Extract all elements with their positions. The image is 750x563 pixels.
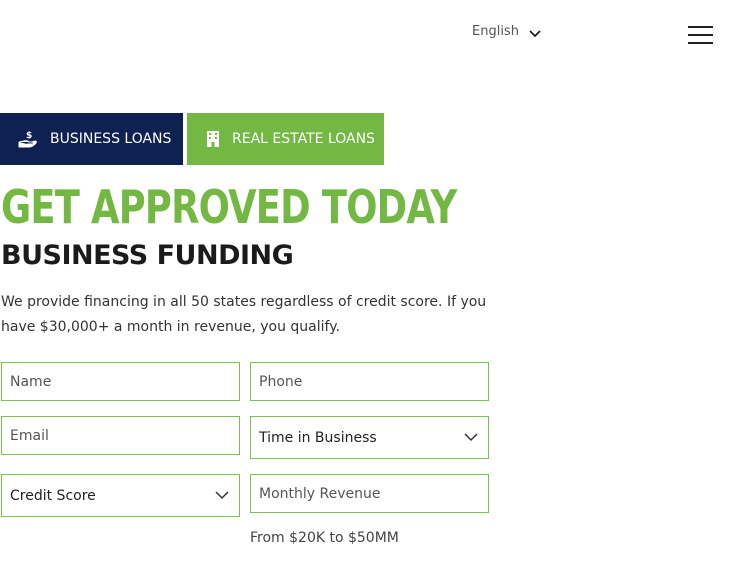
intro-description: We provide financing in all 50 states re… xyxy=(1,294,487,335)
revenue-hint: From $20K to $50MM xyxy=(250,530,399,546)
loan-type-tabs: $ BUSINESS LOANS REAL ESTATE LOANS xyxy=(0,113,384,165)
chevron-down-icon xyxy=(464,433,478,442)
building-icon xyxy=(206,130,220,148)
tab-real-estate-loans[interactable]: REAL ESTATE LOANS xyxy=(187,113,384,165)
hand-dollar-icon: $ xyxy=(18,130,38,148)
hamburger-menu-icon[interactable] xyxy=(688,25,713,45)
time-in-business-label: Time in Business xyxy=(259,429,377,446)
language-label: English xyxy=(472,24,519,39)
email-field-wrapper xyxy=(1,416,240,455)
page-subtitle: BUSINESS FUNDING xyxy=(1,240,294,271)
name-field-wrapper xyxy=(1,362,240,401)
tab-business-loans[interactable]: $ BUSINESS LOANS xyxy=(0,113,183,165)
phone-field-wrapper xyxy=(250,362,489,401)
time-in-business-select[interactable]: Time in Business xyxy=(250,416,489,459)
tab-real-estate-loans-label: REAL ESTATE LOANS xyxy=(232,131,375,147)
language-selector[interactable]: English xyxy=(472,24,542,39)
tab-business-loans-label: BUSINESS LOANS xyxy=(50,131,172,147)
credit-score-select[interactable]: Credit Score xyxy=(1,474,240,517)
credit-score-label: Credit Score xyxy=(10,487,96,504)
monthly-revenue-field[interactable] xyxy=(259,475,488,512)
page-title: GET APPROVED TODAY xyxy=(1,180,457,234)
svg-text:$: $ xyxy=(26,131,32,141)
email-field[interactable] xyxy=(10,417,239,454)
chevron-down-icon xyxy=(529,29,541,37)
name-field[interactable] xyxy=(10,363,239,400)
monthly-revenue-wrapper xyxy=(250,474,489,513)
phone-field[interactable] xyxy=(259,363,488,400)
chevron-down-icon xyxy=(215,491,229,500)
